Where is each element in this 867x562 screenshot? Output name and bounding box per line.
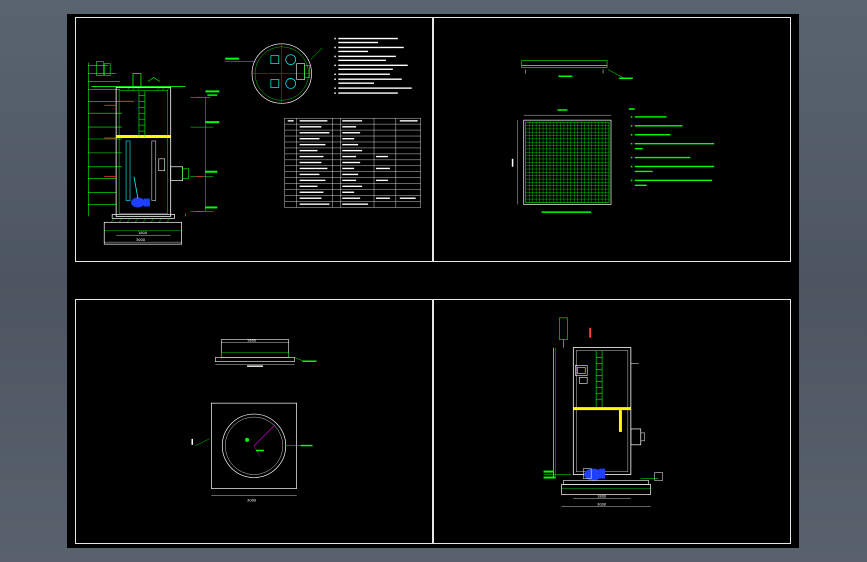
pump-station-elevation-drawing: 1800 3000 xyxy=(543,317,663,507)
dim-bottom: 3000 xyxy=(136,238,146,242)
drawing-sheet-pump-station-section[interactable]: 1800 3000 xyxy=(75,17,433,262)
pump-station-section-drawing: 1800 3000 xyxy=(88,37,421,245)
drawing-sheet-pump-station-elevation[interactable]: 1800 3000 xyxy=(433,299,791,544)
dim-sub-4: 1800 xyxy=(597,494,607,498)
dim-sub: 1800 xyxy=(138,231,148,235)
mesh-grid xyxy=(525,122,610,203)
cover-plate-grid-drawing xyxy=(511,60,715,213)
cad-drawing-viewport[interactable]: 1800 3000 1800 3000 1800 3000 xyxy=(67,14,799,548)
drawing-sheet-cover-plate-grid[interactable] xyxy=(433,17,791,262)
dim-bottom-4: 3000 xyxy=(597,502,607,506)
drawing-sheet-manhole-cover[interactable]: 1800 3000 xyxy=(75,299,433,544)
base-dim: 3000 xyxy=(247,498,257,502)
manhole-cover-drawing: 1800 3000 xyxy=(191,339,317,502)
lid-dim: 1800 xyxy=(247,339,257,343)
